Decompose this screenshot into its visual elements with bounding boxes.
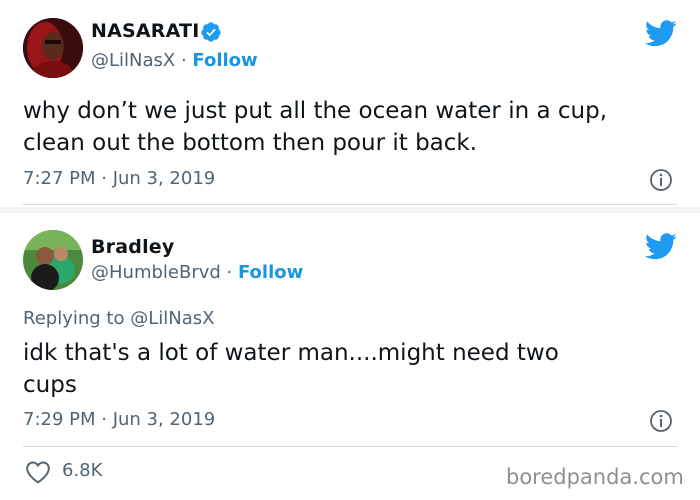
- handle-row: @LilNasX · Follow: [91, 50, 258, 71]
- tweet-separator: [0, 207, 700, 213]
- info-icon[interactable]: [649, 409, 673, 433]
- avatar[interactable]: [23, 230, 83, 290]
- twitter-bird-icon[interactable]: [645, 20, 677, 47]
- separator: ·: [220, 262, 238, 283]
- user-handle[interactable]: @HumbleBrvd: [91, 262, 221, 283]
- follow-link[interactable]: Follow: [192, 50, 257, 71]
- info-icon[interactable]: [649, 168, 673, 192]
- tweet-card: NASARATI @LilNasX · Follow why don’t we …: [0, 0, 700, 206]
- divider: [23, 446, 677, 447]
- separator: ·: [175, 50, 193, 71]
- watermark: boredpanda.com: [506, 465, 684, 489]
- tweet-text-line-2: cups: [23, 372, 77, 398]
- handle-row: @HumbleBrvd · Follow: [91, 262, 303, 283]
- like-count: 6.8K: [62, 460, 103, 481]
- heart-icon[interactable]: [25, 460, 51, 484]
- display-name[interactable]: NASARATI: [91, 20, 199, 42]
- tweet-text-line-2: clean out the bottom then pour it back.: [23, 130, 478, 156]
- tweet-text-line-1: why don’t we just put all the ocean wate…: [23, 98, 608, 124]
- timestamp[interactable]: 7:27 PM · Jun 3, 2019: [23, 168, 215, 189]
- display-name[interactable]: Bradley: [91, 236, 174, 258]
- user-handle[interactable]: @LilNasX: [91, 50, 175, 71]
- avatar[interactable]: [23, 18, 83, 78]
- tweet-text-line-1: idk that's a lot of water man....might n…: [23, 340, 559, 366]
- twitter-bird-icon[interactable]: [645, 233, 677, 260]
- follow-link[interactable]: Follow: [238, 262, 303, 283]
- verified-badge-icon: [201, 22, 221, 42]
- timestamp[interactable]: 7:29 PM · Jun 3, 2019: [23, 409, 215, 430]
- replying-to[interactable]: Replying to @LilNasX: [23, 308, 214, 329]
- divider: [23, 204, 677, 205]
